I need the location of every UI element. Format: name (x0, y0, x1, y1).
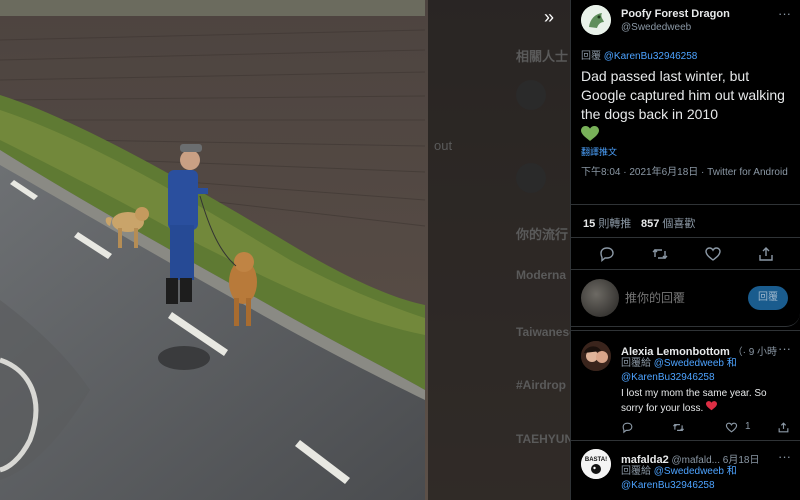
reply-composer: 回覆 (571, 271, 800, 326)
reply-text: I lost my mom the same year. So sorry fo… (621, 388, 767, 414)
avatar-logo-text: BASTA! (585, 457, 607, 463)
ghost-avatar (516, 80, 546, 110)
reply-author-avatar[interactable] (581, 341, 611, 371)
tweet-stats: 15 則轉推 857 個喜歡 (571, 204, 800, 238)
ghost-trend-3: #Airdrop (516, 378, 567, 392)
main-tweet: Poofy Forest Dragon @Swededweeb ··· 回覆 @… (571, 0, 800, 327)
double-chevron-right-icon[interactable]: » (538, 6, 560, 28)
reply-icon[interactable] (621, 421, 634, 437)
reply-to-line: 回覆給 @Swededweeb 和 @KarenBu32946258 (621, 357, 791, 385)
tweet-panel: Poofy Forest Dragon @Swededweeb ··· 回覆 @… (570, 0, 800, 500)
reply-to-prefix: 回覆給 (621, 466, 651, 477)
more-icon[interactable]: ··· (778, 449, 791, 464)
author-handle[interactable]: @Swededweeb (621, 22, 691, 33)
reply-to-link[interactable]: @KarenBu32946258 (604, 51, 698, 62)
ghost-trend-4: TAEHYUN (516, 432, 574, 446)
ghost-trend-1: Moderna (516, 268, 567, 282)
reply-to-link-2[interactable]: @KarenBu32946258 (621, 372, 715, 383)
ghost-heading: 相關人士 (516, 49, 569, 64)
reply-header: Alexia Lemonbottom （· 9 小時 (621, 343, 777, 358)
like-icon[interactable] (725, 421, 738, 437)
reply-to-line: 回覆給 @Swededweeb 和 @KarenBu32946258 (621, 465, 791, 493)
reply-input[interactable] (623, 290, 737, 306)
ghost-avatar-2 (516, 163, 546, 193)
like-icon[interactable] (704, 245, 722, 263)
ghost-trend-2: Taiwanese (516, 325, 576, 339)
ghost-trending-heading: 你的流行 (516, 227, 569, 242)
ghost-out-word: out (434, 138, 453, 153)
translate-tweet-link[interactable]: 翻譯推文 (581, 145, 617, 158)
retweets-label: 則轉推 (598, 218, 632, 230)
tweet-timestamp[interactable]: 下午8:04 · 2021年6月18日 · Twitter for Androi… (581, 166, 791, 180)
reply-tweet[interactable]: Alexia Lemonbottom （· 9 小時 ··· 回覆給 @Swed… (571, 330, 800, 441)
tweet-text: Dad passed last winter, but Google captu… (581, 68, 785, 122)
likes-count: 857 (641, 218, 660, 230)
reply-text-block: I lost my mom the same year. So sorry fo… (621, 387, 791, 416)
reply-icon[interactable] (598, 245, 616, 263)
likes-label: 個喜歡 (662, 218, 696, 230)
author-avatar[interactable] (581, 5, 611, 35)
red-heart-icon (706, 401, 718, 414)
author-name[interactable]: Poofy Forest Dragon (621, 8, 730, 20)
retweet-icon[interactable] (651, 245, 669, 263)
like-count: 1 (745, 421, 751, 432)
reply-tweet[interactable]: BASTA! mafalda2 @mafald... 6月18日 ··· 回覆給… (571, 440, 800, 500)
share-icon[interactable] (757, 245, 775, 263)
reply-author-avatar[interactable]: BASTA! (581, 449, 611, 479)
reply-to-line: 回覆 @KarenBu32946258 (581, 47, 697, 62)
user-avatar[interactable] (581, 279, 619, 317)
retweets-count: 15 (583, 218, 596, 230)
reply-prefix: 回覆 (581, 51, 601, 62)
reply-to-link[interactable]: @Swededweeb 和 (654, 358, 737, 369)
more-icon[interactable]: ··· (778, 341, 791, 356)
tweet-actions (571, 238, 800, 270)
reply-header: mafalda2 @mafald... 6月18日 (621, 451, 759, 466)
more-icon[interactable]: ··· (778, 6, 791, 21)
dimmed-background-page: 相關人士 out 你的流行 Moderna Taiwanese #Airdrop… (428, 0, 576, 500)
likes-stat[interactable]: 857 個喜歡 (641, 215, 695, 231)
retweet-icon[interactable] (672, 421, 685, 437)
share-icon[interactable] (777, 421, 790, 437)
retweets-stat[interactable]: 15 則轉推 (583, 215, 631, 231)
tweet-text-block: Dad passed last winter, but Google captu… (581, 67, 791, 147)
green-heart-icon (581, 126, 599, 147)
reply-to-link[interactable]: @Swededweeb 和 (654, 466, 737, 477)
reply-to-link-2[interactable]: @KarenBu32946258 (621, 480, 715, 491)
reply-to-prefix: 回覆給 (621, 358, 651, 369)
reply-button[interactable]: 回覆 (748, 286, 788, 310)
